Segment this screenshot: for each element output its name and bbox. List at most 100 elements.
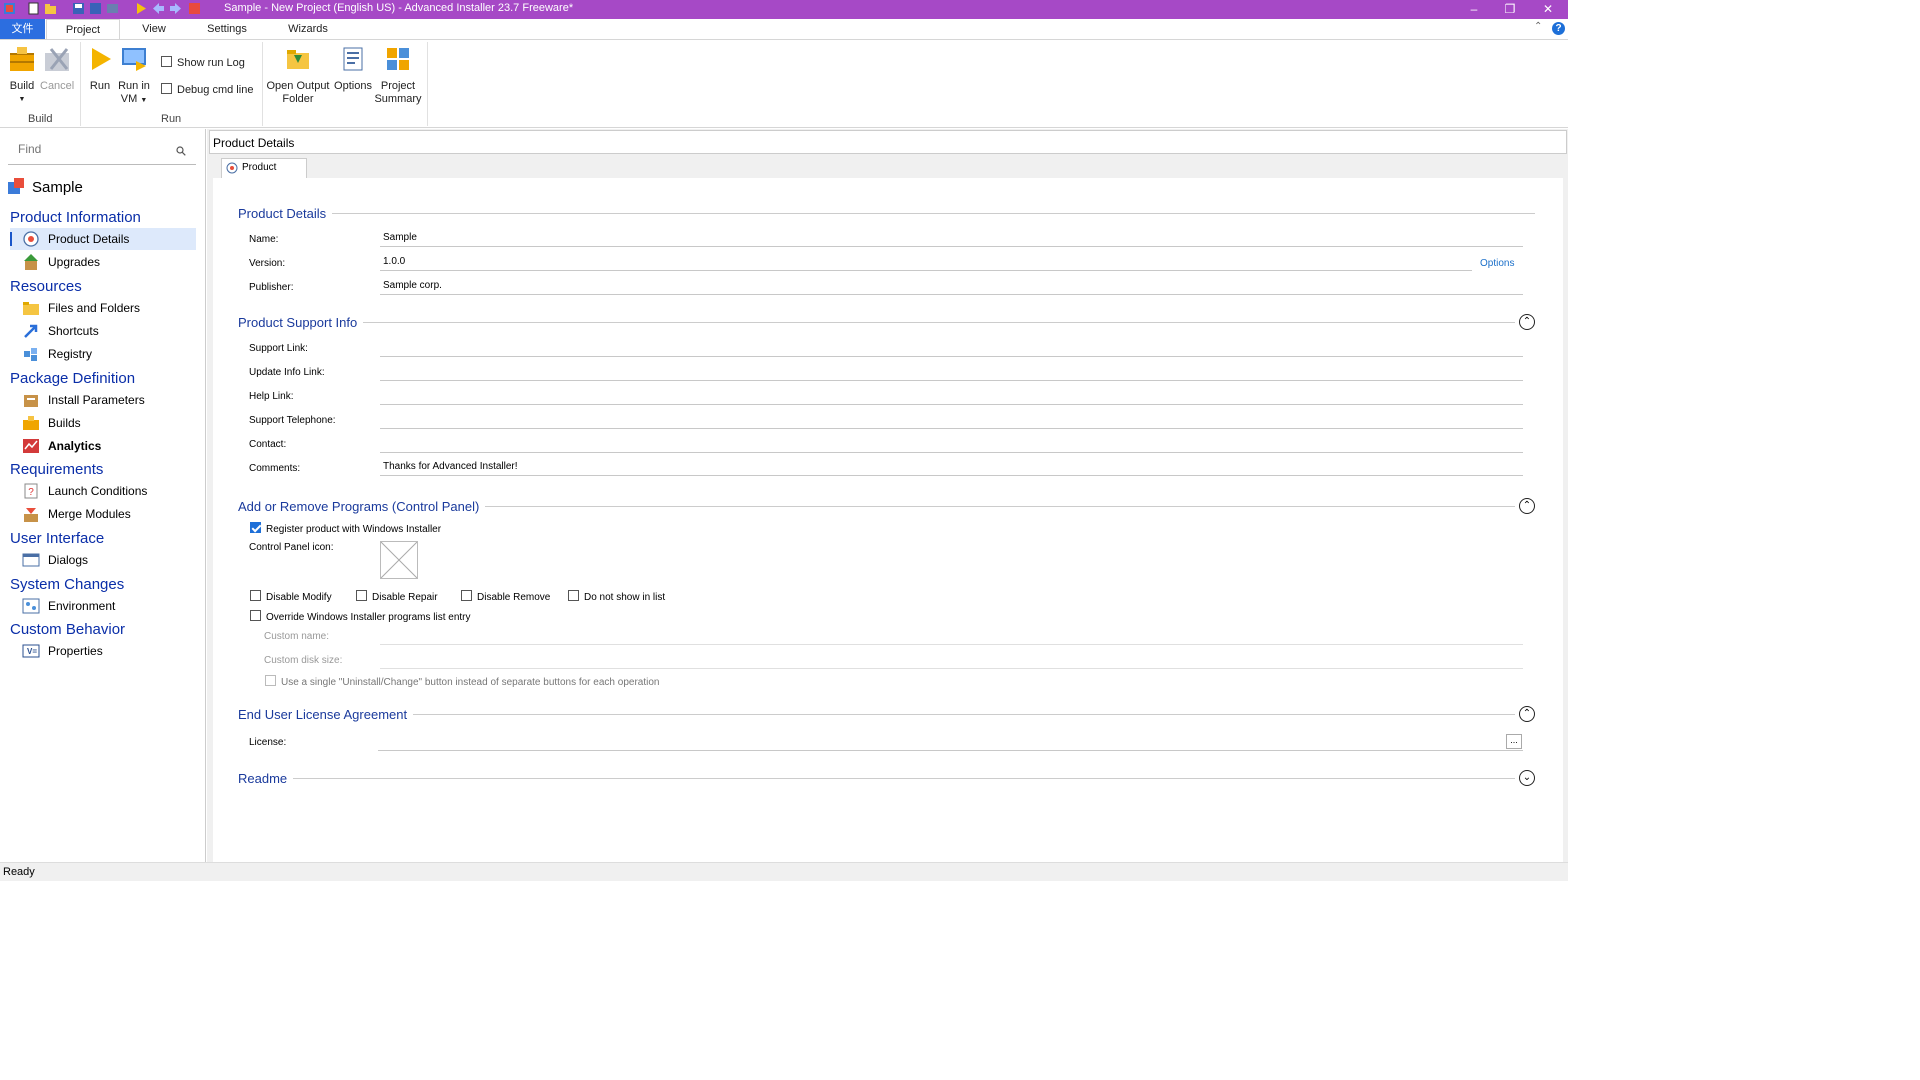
section-add-remove-programs: Add or Remove Programs (Control Panel) [238, 499, 486, 514]
run-in-vm-button[interactable]: Run in VM ▼ [117, 45, 151, 107]
sidebar-item-analytics[interactable]: Analytics [10, 435, 196, 457]
find-box [8, 136, 196, 165]
sidebar-item-launch-conditions[interactable]: ? Launch Conditions [10, 480, 196, 502]
sidebar-item-upgrades[interactable]: Upgrades [10, 251, 196, 273]
checkbox-box[interactable] [250, 610, 261, 621]
section-eula: End User License Agreement [238, 707, 414, 722]
checkbox-box[interactable] [568, 590, 579, 601]
help-link-field[interactable] [380, 386, 1523, 405]
contact-field[interactable] [380, 434, 1523, 453]
sidebar-item-shortcuts[interactable]: Shortcuts [10, 320, 196, 342]
save-icon[interactable] [72, 2, 85, 15]
version-options-link[interactable]: Options [1480, 258, 1514, 269]
checkbox-box[interactable] [265, 675, 276, 686]
update-info-link-field[interactable] [380, 362, 1523, 381]
category-product-information[interactable]: Product Information [10, 209, 141, 226]
tab-wizards[interactable]: Wizards [278, 19, 338, 39]
flag-icon[interactable] [188, 2, 201, 15]
build-button[interactable]: Build ▼ [5, 45, 39, 106]
publisher-field[interactable] [380, 276, 1523, 295]
collapse-icon[interactable]: ⌃ [1519, 314, 1535, 330]
override-entry-checkbox[interactable]: Override Windows Installer programs list… [250, 610, 471, 623]
disable-modify-checkbox[interactable]: Disable Modify [250, 590, 332, 603]
search-icon[interactable] [176, 146, 186, 156]
name-field[interactable] [380, 228, 1523, 247]
section-divider [398, 714, 1515, 715]
checkbox-box[interactable] [461, 590, 472, 601]
restore-button[interactable]: ❐ [1492, 0, 1528, 19]
tab-file[interactable]: 文件 [0, 19, 45, 39]
project-summary-button[interactable]: Project Summary [374, 45, 422, 106]
version-field[interactable] [380, 252, 1472, 271]
build-icon [10, 47, 34, 71]
cancel-button[interactable]: Cancel [40, 45, 74, 93]
checkbox-box[interactable] [161, 83, 172, 94]
tab-settings[interactable]: Settings [196, 19, 258, 39]
control-panel-icon-picker[interactable] [380, 541, 418, 579]
category-requirements[interactable]: Requirements [10, 461, 103, 478]
show-run-log-checkbox[interactable]: Show run Log [161, 56, 245, 69]
debug-cmd-line-checkbox[interactable]: Debug cmd line [161, 83, 253, 96]
minimize-button[interactable]: – [1456, 0, 1492, 19]
sidebar-item-dialogs[interactable]: Dialogs [10, 549, 196, 571]
register-product-checkbox[interactable]: Register product with Windows Installer [250, 522, 441, 535]
collapse-ribbon-icon[interactable]: ⌃ [1534, 21, 1542, 32]
tab-product-details[interactable]: Product Details [221, 158, 307, 191]
checkbox-box[interactable] [356, 590, 367, 601]
support-link-field[interactable] [380, 338, 1523, 357]
sidebar: Sample Product Information Product Detai… [0, 129, 206, 862]
sidebar-item-install-parameters[interactable]: Install Parameters [10, 389, 196, 411]
section-divider [293, 778, 1515, 779]
custom-name-field[interactable] [380, 626, 1523, 645]
disable-remove-checkbox[interactable]: Disable Remove [461, 590, 550, 603]
sidebar-item-files-and-folders[interactable]: Files and Folders [10, 297, 196, 319]
run-qa-icon[interactable] [134, 2, 147, 15]
tab-project[interactable]: Project [46, 19, 120, 39]
expand-icon[interactable]: ⌄ [1519, 770, 1535, 786]
checkbox-box[interactable] [161, 56, 172, 67]
checkbox-box[interactable] [250, 522, 261, 533]
open-output-folder-button[interactable]: Open Output Folder [266, 45, 330, 106]
checkbox-box[interactable] [250, 590, 261, 601]
help-icon[interactable]: ? [1552, 22, 1565, 35]
forward-icon[interactable] [169, 2, 182, 15]
sidebar-item-environment[interactable]: Environment [10, 595, 196, 617]
support-telephone-field[interactable] [380, 410, 1523, 429]
category-system-changes[interactable]: System Changes [10, 576, 124, 593]
open-icon[interactable] [44, 2, 57, 15]
sidebar-item-builds[interactable]: Builds [10, 412, 196, 434]
sidebar-item-registry[interactable]: Registry [10, 343, 196, 365]
build-qa-icon[interactable] [106, 2, 119, 15]
category-custom-behavior[interactable]: Custom Behavior [10, 621, 125, 638]
collapse-icon[interactable]: ⌃ [1519, 498, 1535, 514]
save-all-icon[interactable] [89, 2, 102, 15]
folder-icon [287, 50, 309, 69]
project-node[interactable]: Sample [6, 176, 83, 196]
group-separator [427, 42, 428, 126]
tab-view[interactable]: View [128, 19, 180, 39]
run-button[interactable]: Run [85, 45, 115, 93]
back-icon[interactable] [152, 2, 165, 15]
options-button[interactable]: Options [333, 45, 373, 93]
builds-icon [23, 416, 39, 430]
sidebar-item-properties[interactable]: V= Properties [10, 640, 196, 662]
do-not-show-checkbox[interactable]: Do not show in list [568, 590, 665, 603]
collapse-icon[interactable]: ⌃ [1519, 706, 1535, 722]
license-browse-button[interactable]: ... [1506, 734, 1522, 749]
category-package-definition[interactable]: Package Definition [10, 370, 135, 387]
single-button-checkbox[interactable]: Use a single "Uninstall/Change" button i… [265, 675, 659, 688]
disable-repair-checkbox[interactable]: Disable Repair [356, 590, 438, 603]
sidebar-item-merge-modules[interactable]: Merge Modules [10, 503, 196, 525]
comments-field[interactable] [380, 457, 1523, 476]
category-resources[interactable]: Resources [10, 278, 82, 295]
custom-disk-size-field[interactable] [380, 650, 1523, 669]
vm-icon [122, 48, 146, 71]
ribbon-tabs: 文件 Project View Settings Wizards ⌃ ? [0, 19, 1568, 39]
close-button[interactable]: ✕ [1530, 0, 1566, 19]
new-icon[interactable] [27, 2, 40, 15]
category-user-interface[interactable]: User Interface [10, 530, 104, 547]
license-field[interactable] [378, 732, 1523, 751]
find-input[interactable] [18, 142, 168, 156]
upgrades-icon [24, 254, 38, 270]
sidebar-item-product-details[interactable]: Product Details [10, 228, 196, 250]
